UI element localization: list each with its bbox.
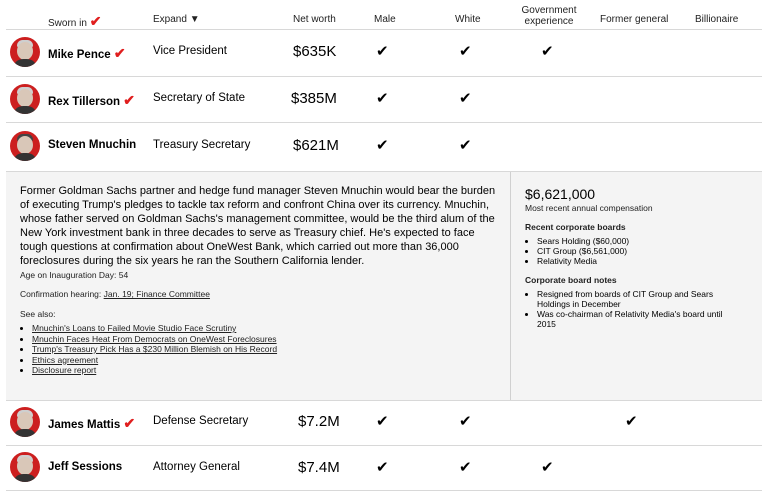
divider <box>6 29 762 30</box>
article-link[interactable]: Mnuchin's Loans to Failed Movie Studio F… <box>32 323 236 333</box>
sworn-in-check-icon: ✔ <box>89 13 102 29</box>
sworn-check-icon: ✔ <box>123 92 135 108</box>
article-link[interactable]: Mnuchin Faces Heat From Democrats on One… <box>32 334 277 344</box>
confirmation-hearing: Confirmation hearing: Jan. 19; Finance C… <box>20 289 210 299</box>
net-worth: $385M <box>291 90 337 107</box>
gov-check-icon: ✔ <box>541 459 554 476</box>
position: Attorney General <box>153 461 240 473</box>
see-also-list: Mnuchin's Loans to Failed Movie Studio F… <box>20 323 277 376</box>
list-item: Sears Holding ($60,000) <box>537 236 750 246</box>
white-check-icon: ✔ <box>459 459 472 476</box>
list-item: Relativity Media <box>537 256 750 266</box>
expand-toggle[interactable]: Expand ▼ <box>153 14 200 25</box>
header-male[interactable]: Male <box>374 14 396 25</box>
sworn-check-icon: ✔ <box>123 415 136 431</box>
boards-title: Recent corporate boards <box>525 222 626 232</box>
divider <box>6 122 762 123</box>
header-sworn-in[interactable]: Sworn in ✔ <box>48 13 101 30</box>
confirmation-link[interactable]: Jan. 19; Finance Committee <box>104 289 210 299</box>
header-former-general[interactable]: Former general <box>600 14 668 25</box>
male-check-icon: ✔ <box>376 43 389 60</box>
avatar <box>10 452 40 482</box>
net-worth: $7.4M <box>298 459 340 476</box>
white-check-icon: ✔ <box>459 137 472 154</box>
gov-check-icon: ✔ <box>541 43 554 60</box>
male-check-icon: ✔ <box>376 137 389 154</box>
avatar <box>10 131 40 161</box>
sworn-check-icon: ✔ <box>113 45 126 61</box>
divider <box>6 445 762 446</box>
divider <box>6 76 762 77</box>
disclosure-report-link[interactable]: Disclosure report <box>32 365 96 375</box>
net-worth: $635K <box>293 43 337 60</box>
white-check-icon: ✔ <box>459 43 472 60</box>
bio-text: Former Goldman Sachs partner and hedge f… <box>20 185 496 267</box>
header-billionaire[interactable]: Billionaire <box>695 14 738 25</box>
net-worth: $621M <box>293 137 339 154</box>
white-check-icon: ✔ <box>459 413 472 430</box>
position: Defense Secretary <box>153 415 249 427</box>
compensation-label: Most recent annual compensation <box>525 203 653 213</box>
cabinet-name: James Mattis ✔ <box>48 415 136 431</box>
cabinet-name: Jeff Sessions <box>48 461 123 473</box>
notes-title: Corporate board notes <box>525 275 617 285</box>
compensation-value: $6,621,000 <box>525 186 596 202</box>
male-check-icon: ✔ <box>376 90 389 107</box>
avatar <box>10 37 40 67</box>
avatar <box>10 84 40 114</box>
detail-divider <box>510 172 511 400</box>
male-check-icon: ✔ <box>376 459 389 476</box>
boards-list: Sears Holding ($60,000) CIT Group ($6,56… <box>525 236 750 266</box>
list-item: Resigned from boards of CIT Group and Se… <box>537 289 740 309</box>
header-government-experience[interactable]: Government experience <box>513 5 585 27</box>
list-item: CIT Group ($6,561,000) <box>537 246 750 256</box>
notes-list: Resigned from boards of CIT Group and Se… <box>525 289 740 329</box>
white-check-icon: ✔ <box>459 90 472 107</box>
article-link[interactable]: Trump's Treasury Pick Has a $230 Million… <box>32 344 277 354</box>
divider <box>6 490 762 491</box>
age-text: Age on Inauguration Day: 54 <box>20 270 129 280</box>
see-also-label: See also: <box>20 309 56 319</box>
list-item: Was co-chairman of Relativity Media's bo… <box>537 309 740 329</box>
position: Secretary of State <box>153 92 246 104</box>
cabinet-name: Rex Tillerson ✔ <box>48 92 135 108</box>
ethics-agreement-link[interactable]: Ethics agreement <box>32 355 98 365</box>
cabinet-name: Mike Pence ✔ <box>48 45 126 61</box>
net-worth: $7.2M <box>298 413 340 430</box>
position: Treasury Secretary <box>153 139 251 151</box>
general-check-icon: ✔ <box>625 413 638 430</box>
cabinet-name: Steven Mnuchin <box>48 139 137 151</box>
header-net-worth[interactable]: Net worth <box>293 14 336 25</box>
position: Vice President <box>153 45 227 57</box>
divider <box>6 400 762 401</box>
male-check-icon: ✔ <box>376 413 389 430</box>
header-white[interactable]: White <box>455 14 481 25</box>
avatar <box>10 407 40 437</box>
